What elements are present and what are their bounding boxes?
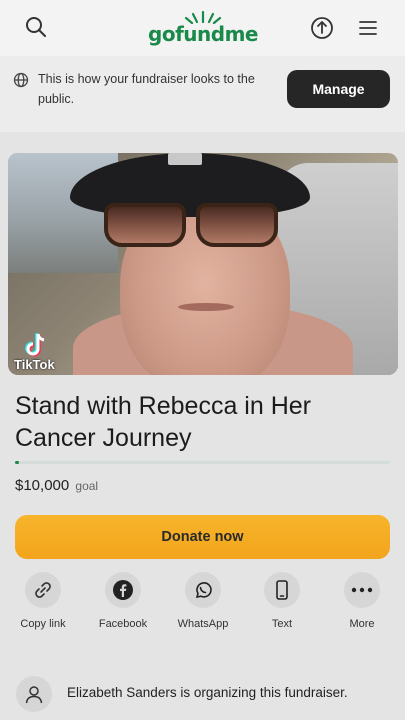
share-more[interactable]: More: [326, 572, 398, 634]
share-label: Copy link: [20, 618, 66, 630]
share-label: More: [349, 618, 375, 630]
donate-now-button[interactable]: Donate now: [15, 515, 390, 559]
more-dots-icon: [344, 572, 380, 608]
gofundme-logo[interactable]: gofundme: [148, 10, 258, 48]
globe-icon: [13, 72, 29, 93]
hamburger-menu-icon[interactable]: [352, 12, 384, 44]
tiktok-icon: [25, 333, 45, 357]
share-text[interactable]: Text: [246, 572, 318, 634]
fundraiser-title: Stand with Rebecca in Her Cancer Journey: [15, 392, 311, 452]
organizer-row: Elizabeth Sanders is organizing this fun…: [0, 664, 405, 720]
share-whatsapp[interactable]: WhatsApp: [167, 572, 239, 634]
cap-logo: [168, 153, 202, 165]
upload-icon[interactable]: [306, 12, 338, 44]
tiktok-watermark: TikTok: [14, 331, 70, 372]
mouth: [178, 303, 234, 311]
top-navigation-bar: gofundme: [0, 0, 405, 56]
sunglasses: [104, 203, 280, 249]
preview-notice-text: This is how your fundraiser looks to the…: [38, 72, 255, 106]
search-icon[interactable]: [20, 11, 52, 43]
share-label: Text: [271, 618, 293, 630]
goal-word: goal: [75, 479, 99, 493]
goal-amount: $10,000 goal: [15, 477, 98, 494]
phone-icon: [264, 572, 300, 608]
share-label: WhatsApp: [177, 618, 229, 630]
tiktok-label: TikTok: [14, 357, 55, 372]
user-icon: [16, 676, 52, 712]
logo-text: gofundme: [148, 22, 258, 46]
public-preview-notice: This is how your fundraiser looks to the…: [0, 56, 405, 132]
progress-bar: [15, 461, 390, 464]
progress-fill: [15, 461, 19, 464]
fundraiser-hero-image[interactable]: TikTok: [8, 153, 398, 375]
whatsapp-icon: [185, 572, 221, 608]
goal-value: $10,000: [15, 477, 70, 494]
share-facebook[interactable]: Facebook: [87, 572, 159, 634]
link-icon: [25, 572, 61, 608]
share-copy-link[interactable]: Copy link: [7, 572, 79, 634]
manage-button[interactable]: Manage: [287, 70, 390, 108]
share-label: Facebook: [98, 618, 148, 630]
organizer-text: Elizabeth Sanders is organizing this fun…: [67, 685, 348, 700]
facebook-icon: [105, 572, 141, 608]
